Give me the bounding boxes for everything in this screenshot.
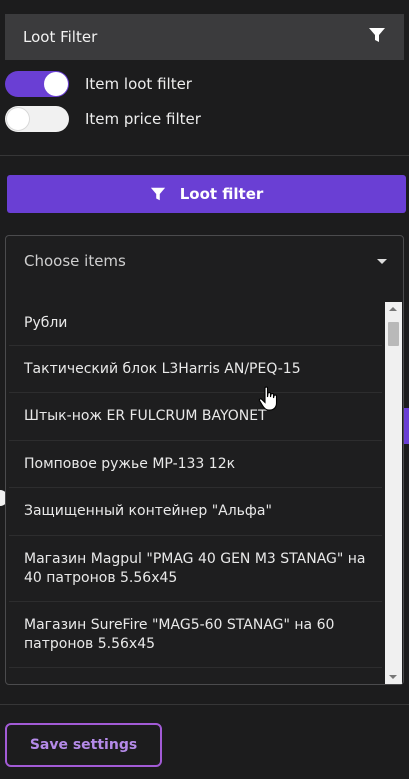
list-item[interactable]: Штык-нож ER FULCRUM BAYONET	[9, 393, 382, 441]
scroll-up-icon[interactable]	[389, 307, 397, 311]
items-options-list[interactable]: Рубли Тактический блок L3Harris AN/PEQ-1…	[9, 302, 382, 682]
chevron-down-icon[interactable]	[377, 258, 387, 264]
loot-filter-label: Loot filter	[179, 185, 264, 203]
filter-icon	[150, 186, 166, 202]
list-item[interactable]: Рубли	[9, 302, 382, 346]
toggle-knob	[44, 72, 68, 96]
items-select[interactable]: Choose items Рубли Тактический блок L3Ha…	[5, 235, 404, 685]
option-label: Штык-нож ER FULCRUM BAYONET	[24, 408, 267, 424]
option-label: Рубли	[24, 315, 68, 331]
options-scrollbar[interactable]	[385, 302, 402, 684]
scroll-down-icon[interactable]	[389, 675, 397, 679]
list-item[interactable]: Магазин Magpul "PMAG 40 GEN M3 STANAG" н…	[9, 536, 382, 602]
hand-cursor-icon	[258, 386, 280, 416]
item-loot-filter-row: Item loot filter	[5, 71, 192, 97]
loot-filter-button[interactable]: Loot filter	[7, 175, 406, 213]
option-label: Защищенный контейнер "Альфа"	[24, 503, 272, 519]
toggle-knob	[6, 107, 30, 131]
items-select-placeholder: Choose items	[24, 252, 126, 270]
list-item[interactable]: Помповое ружье MP-133 12к	[9, 441, 382, 488]
item-price-filter-toggle[interactable]	[5, 106, 69, 132]
option-label: Тактический блок L3Harris AN/PEQ-15	[24, 360, 301, 377]
item-loot-filter-label: Item loot filter	[85, 75, 192, 93]
save-settings-button[interactable]: Save settings	[5, 723, 162, 767]
item-price-filter-row: Item price filter	[5, 106, 201, 132]
option-label: Магазин SureFire "MAG5-60 STANAG" на 60 …	[24, 616, 335, 652]
item-price-filter-label: Item price filter	[85, 110, 201, 128]
save-settings-label: Save settings	[29, 737, 138, 753]
panel-header: Loot Filter	[5, 14, 404, 60]
list-item[interactable]: Защищенный контейнер "Альфа"	[9, 488, 382, 536]
divider	[0, 704, 409, 705]
list-item[interactable]: Тактический блок L3Harris AN/PEQ-15	[9, 346, 382, 393]
option-label: Помповое ружье MP-133 12к	[24, 455, 236, 472]
divider	[0, 155, 409, 156]
option-label: Магазин Magpul "PMAG 40 GEN M3 STANAG" н…	[24, 550, 366, 586]
panel-title: Loot Filter	[23, 28, 98, 46]
item-loot-filter-toggle[interactable]	[5, 71, 69, 97]
items-select-head[interactable]: Choose items	[6, 236, 403, 286]
scrollbar-thumb[interactable]	[388, 322, 399, 346]
filter-icon[interactable]	[368, 26, 386, 48]
list-item[interactable]: Магазин SureFire "MAG5-60 STANAG" на 60 …	[9, 602, 382, 668]
